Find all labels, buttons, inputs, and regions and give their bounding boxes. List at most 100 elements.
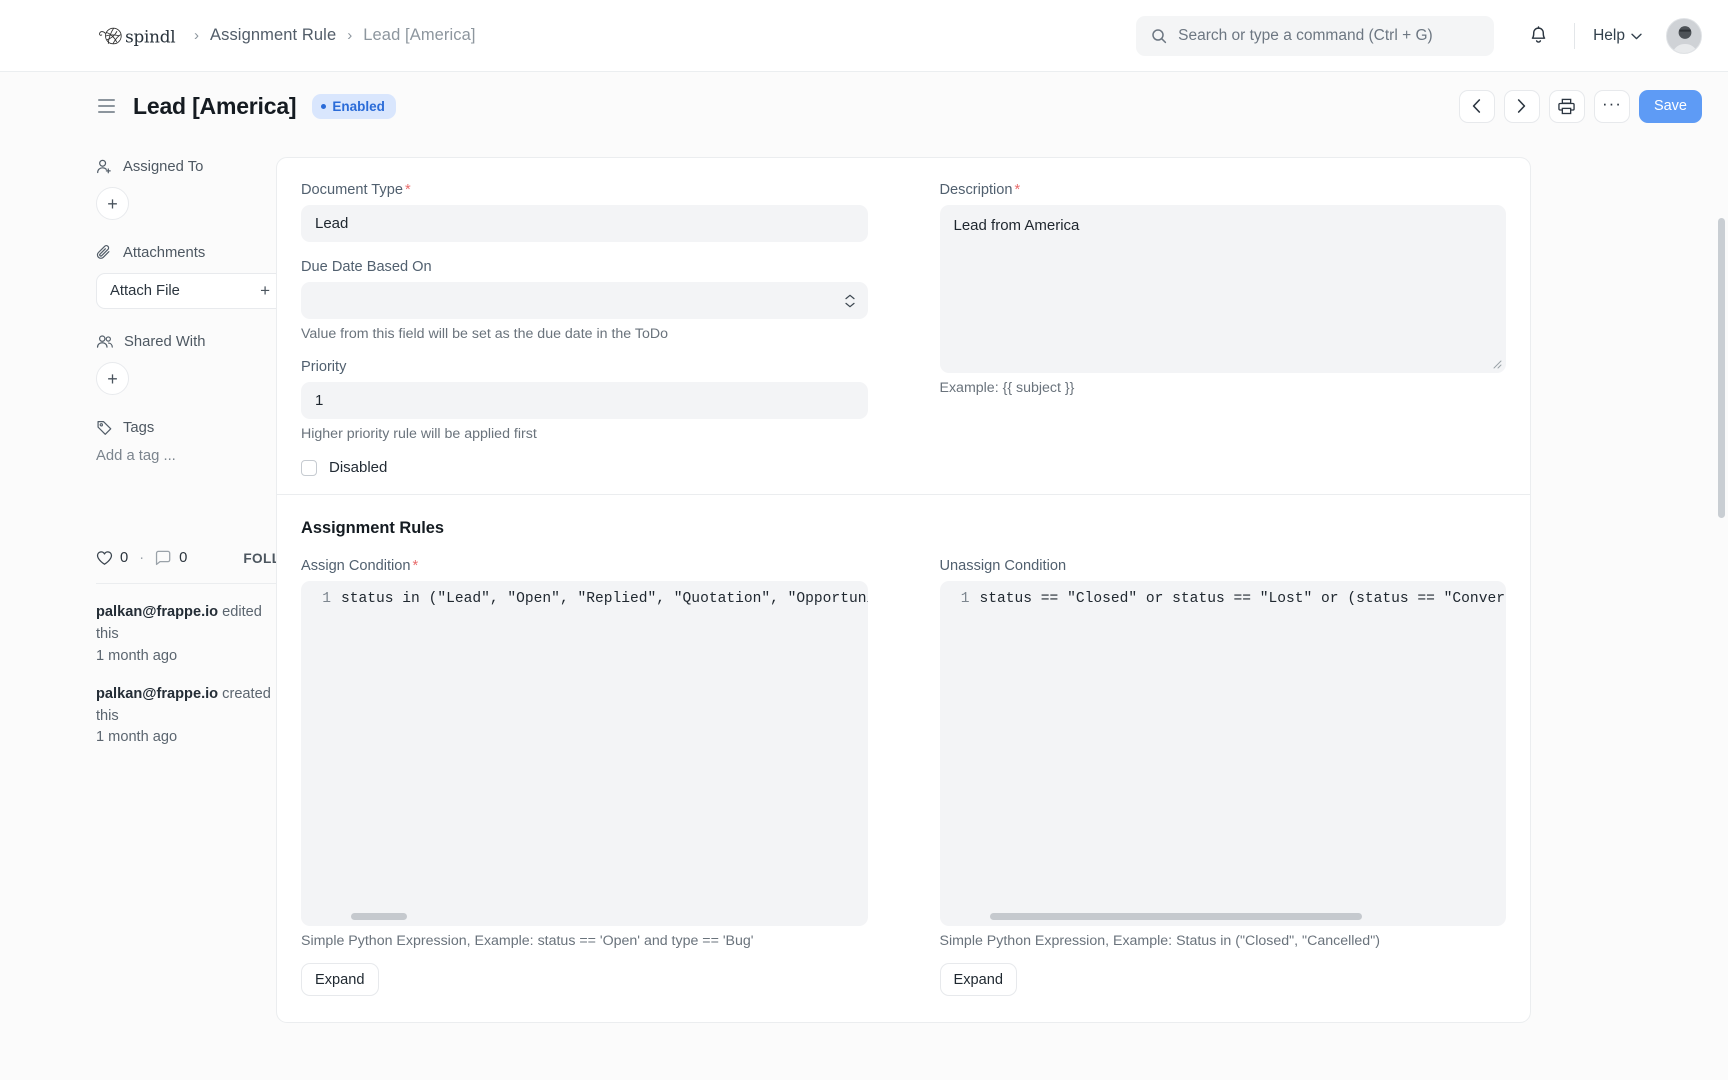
breadcrumb-item-current[interactable]: Lead [America]: [363, 26, 475, 45]
description-textarea[interactable]: Lead from America: [940, 205, 1507, 373]
assignment-rules-title: Assignment Rules: [301, 519, 1506, 538]
due-date-label: Due Date Based On: [301, 259, 868, 275]
due-date-hint: Value from this field will be set as the…: [301, 326, 868, 342]
sidebar-section-tags: Tags Add a tag ...: [96, 419, 276, 464]
horizontal-scrollbar[interactable]: [990, 913, 1362, 920]
page-scrollbar[interactable]: [1718, 218, 1725, 518]
unassign-condition-editor[interactable]: 1 status == "Closed" or status == "Lost"…: [940, 581, 1507, 926]
sidebar: Assigned To + Attachments Attach File +: [0, 140, 276, 1080]
sidebar-section-shared-with: Shared With +: [96, 333, 276, 395]
activity-item: palkan@frappe.io edited this 1 month ago: [96, 602, 288, 668]
description-label: Description*: [940, 182, 1507, 198]
brand-logo-link[interactable]: spindl: [96, 19, 180, 53]
spindl-logo-icon: spindl: [96, 19, 180, 53]
search-icon: [1151, 28, 1167, 44]
required-asterisk: *: [413, 558, 419, 574]
help-menu-button[interactable]: Help: [1589, 21, 1646, 51]
page-body: Assigned To + Attachments Attach File +: [0, 140, 1728, 1080]
print-button[interactable]: [1549, 90, 1585, 123]
avatar[interactable]: [1666, 18, 1702, 54]
activity-item: palkan@frappe.io created this 1 month ag…: [96, 684, 288, 750]
horizontal-scrollbar[interactable]: [351, 913, 407, 920]
due-date-select[interactable]: [301, 282, 868, 319]
disabled-checkbox-label[interactable]: Disabled: [329, 459, 387, 476]
chevron-down-icon: [1631, 33, 1642, 40]
attachments-header: Attachments: [96, 244, 276, 261]
disabled-checkbox[interactable]: [301, 460, 317, 476]
line-number: 1: [301, 590, 341, 609]
activity-user: palkan@frappe.io: [96, 686, 218, 702]
breadcrumb-separator-1: ›: [194, 28, 199, 43]
next-document-button[interactable]: [1504, 90, 1540, 123]
expand-unassign-condition-button[interactable]: Expand: [940, 963, 1018, 996]
tags-header: Tags: [96, 419, 276, 436]
hamburger-icon[interactable]: [96, 97, 117, 115]
chevron-right-icon: [1517, 99, 1526, 113]
navbar-divider: [1574, 23, 1575, 49]
required-asterisk: *: [1015, 182, 1021, 198]
code-line: 1 status == "Closed" or status == "Lost"…: [940, 581, 1507, 609]
shared-with-header: Shared With: [96, 333, 276, 350]
activity-user: palkan@frappe.io: [96, 604, 218, 620]
page-header-left: Lead [America] Enabled: [96, 93, 396, 120]
status-badge-label: Enabled: [332, 99, 385, 114]
form-section-basic: Document Type* Lead Due Date Based On: [277, 158, 1530, 494]
help-label: Help: [1593, 27, 1625, 45]
paperclip-icon: [96, 244, 113, 261]
field-document-type: Document Type* Lead: [301, 182, 868, 242]
activity-log: palkan@frappe.io edited this 1 month ago…: [96, 602, 288, 749]
social-separator: ·: [139, 550, 144, 566]
save-button[interactable]: Save: [1639, 90, 1702, 123]
document-type-input[interactable]: Lead: [301, 205, 868, 242]
select-chevrons-icon: [845, 294, 855, 308]
code-line: 1 status in ("Lead", "Open", "Replied", …: [301, 581, 868, 609]
comment-icon[interactable]: [155, 550, 172, 566]
assign-condition-label: Assign Condition*: [301, 558, 868, 574]
sidebar-section-attachments: Attachments Attach File +: [96, 244, 276, 309]
tags-label: Tags: [123, 420, 154, 436]
assign-condition-editor[interactable]: 1 status in ("Lead", "Open", "Replied", …: [301, 581, 868, 926]
user-plus-icon: [96, 158, 113, 175]
heart-icon[interactable]: [96, 550, 113, 566]
chevron-left-icon: [1472, 99, 1481, 113]
form-column-left: Document Type* Lead Due Date Based On: [301, 182, 904, 476]
search-input[interactable]: Search or type a command (Ctrl + G): [1136, 16, 1494, 56]
code-text: status in ("Lead", "Open", "Replied", "Q…: [341, 590, 868, 609]
field-due-date-based-on: Due Date Based On: [301, 259, 868, 342]
bell-icon: [1529, 26, 1548, 46]
required-asterisk: *: [405, 182, 411, 198]
add-tag-input[interactable]: Add a tag ...: [96, 448, 276, 464]
comment-count: 0: [179, 550, 187, 566]
description-textarea-wrap: Lead from America: [940, 205, 1507, 373]
priority-input[interactable]: 1: [301, 382, 868, 419]
sidebar-divider: [96, 583, 284, 584]
field-priority: Priority 1 Higher priority rule will be …: [301, 359, 868, 442]
social-actions-row: 0 · 0 FOLLOW: [96, 550, 276, 566]
breadcrumb: › Assignment Rule › Lead [America]: [194, 26, 476, 45]
assign-condition-column: Assign Condition* 1 status in ("Lead", "…: [301, 558, 904, 996]
like-comment-group: 0 · 0: [96, 550, 187, 566]
assigned-to-label: Assigned To: [123, 159, 203, 175]
search-placeholder: Search or type a command (Ctrl + G): [1178, 27, 1433, 45]
line-number: 1: [940, 590, 980, 609]
attach-file-label: Attach File: [110, 283, 180, 299]
activity-time: 1 month ago: [96, 727, 288, 749]
expand-assign-condition-button[interactable]: Expand: [301, 963, 379, 996]
printer-icon: [1558, 98, 1575, 115]
assign-condition-label-text: Assign Condition: [301, 558, 411, 574]
notifications-button[interactable]: [1516, 16, 1560, 56]
breadcrumb-separator-2: ›: [347, 28, 352, 43]
more-actions-button[interactable]: ···: [1594, 90, 1630, 123]
prev-document-button[interactable]: [1459, 90, 1495, 123]
document-type-label-text: Document Type: [301, 182, 403, 198]
attach-file-button[interactable]: Attach File +: [96, 273, 284, 309]
chevron-up-icon: [845, 294, 855, 300]
add-assignee-button[interactable]: +: [96, 187, 129, 220]
status-dot-icon: [321, 104, 326, 109]
breadcrumb-item-assignment-rule[interactable]: Assignment Rule: [210, 26, 336, 45]
page-header-actions: ··· Save: [1459, 90, 1702, 123]
sidebar-section-assigned-to: Assigned To +: [96, 158, 276, 220]
users-icon: [96, 333, 114, 350]
description-label-text: Description: [940, 182, 1013, 198]
add-share-button[interactable]: +: [96, 362, 129, 395]
